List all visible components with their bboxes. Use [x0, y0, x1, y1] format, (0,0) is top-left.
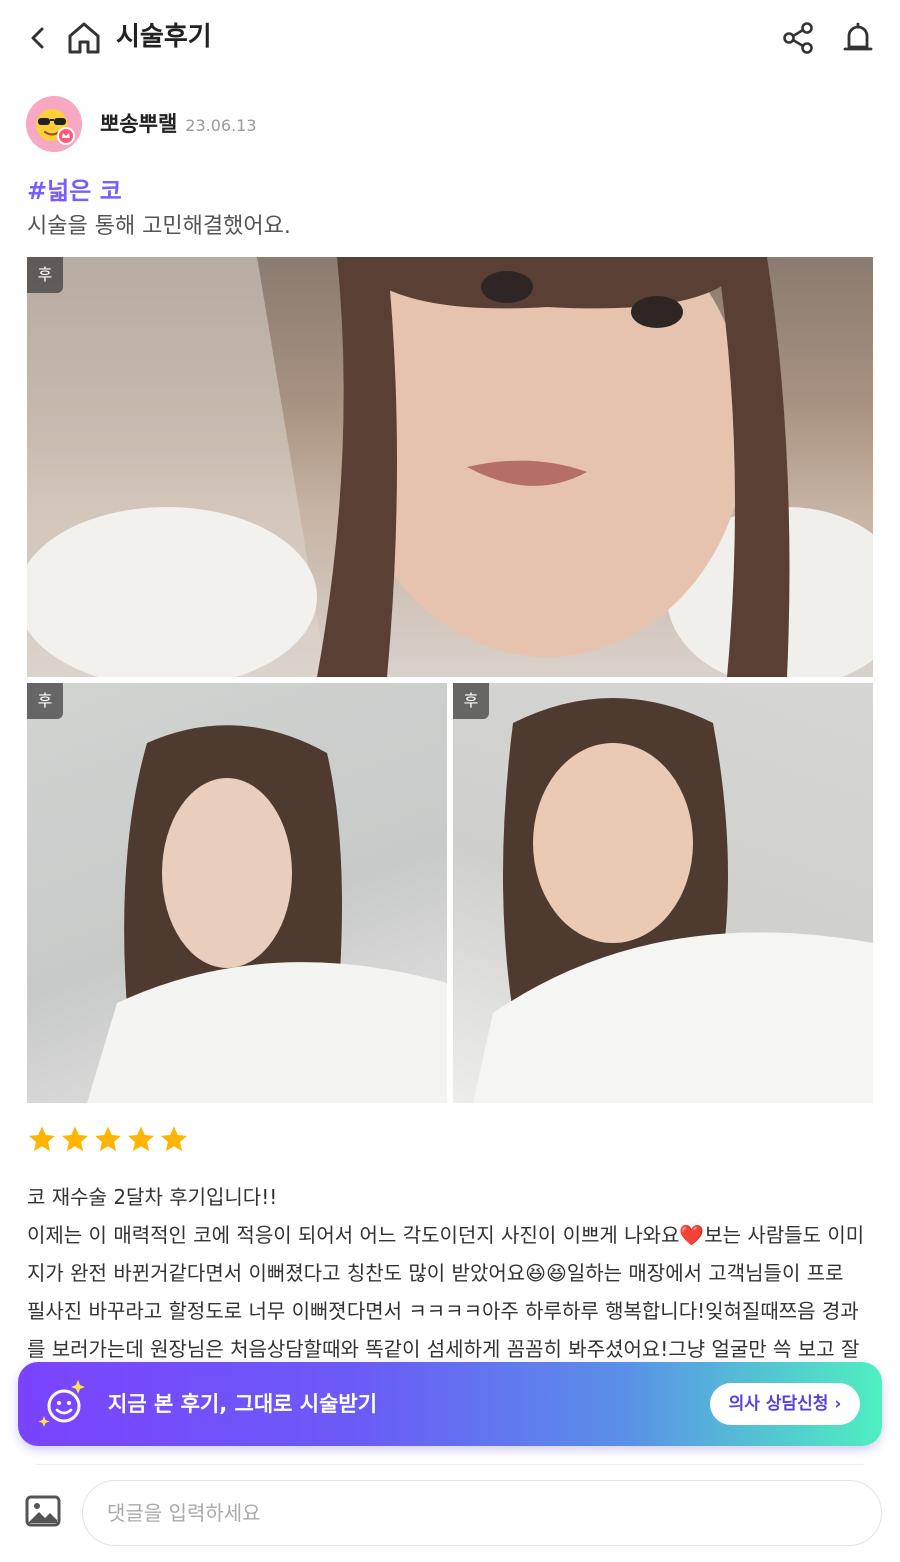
review-body-line: 지가 완전 바뀐거같다면서 이뻐졌다고 칭찬도 많이 받았어요😆😆일하는 매장에… [27, 1261, 844, 1285]
after-badge: 후 [27, 683, 63, 719]
comment-input[interactable] [82, 1480, 882, 1546]
review-photo[interactable]: 후 [453, 683, 873, 1103]
post-summary: 시술을 통해 고민해결했어요. [27, 214, 291, 239]
review-body-line: 필사진 바꾸라고 할정도로 너무 이뻐졋다면서 ㅋㅋㅋㅋ아주 하루하루 행복합니… [27, 1299, 859, 1323]
photo-placeholder-profile [87, 725, 447, 1103]
review-body-line: 이제는 이 매력적인 코에 적응이 되어서 어느 각도이던지 사진이 이쁘게 나… [27, 1223, 865, 1247]
back-button[interactable] [22, 22, 54, 54]
home-button[interactable] [64, 18, 104, 58]
consult-request-button[interactable]: 의사 상담신청 › [710, 1383, 860, 1425]
share-button[interactable] [780, 20, 816, 56]
home-icon [68, 22, 100, 54]
share-icon [783, 22, 813, 54]
chevron-left-icon [31, 27, 44, 49]
review-body: 코 재수술 2달차 후기입니다!! 이제는 이 매력적인 코에 적응이 되어서 … [27, 1178, 877, 1364]
image-icon [25, 1495, 61, 1527]
notification-button[interactable] [840, 20, 876, 56]
star-rating [27, 1124, 189, 1154]
review-detail-page: 시술후기 뽀송뿌랠 23.06.13 #넓은 코 시술을 통해 고민해결했어요.… [0, 0, 900, 1562]
after-badge: 후 [27, 257, 63, 293]
star-icon [62, 1126, 88, 1152]
attach-image-button[interactable] [24, 1492, 62, 1530]
divider [36, 1464, 864, 1465]
photo-placeholder-face [27, 257, 873, 677]
photo-placeholder-pose [473, 698, 873, 1103]
review-body-line: 를 보러가는데 원장님은 처음상담할때와 똑같이 섬세하게 꼼꼼히 봐주셨어요!… [27, 1337, 860, 1361]
cta-banner[interactable]: 지금 본 후기, 그대로 시술받기 의사 상담신청 › [18, 1362, 882, 1446]
star-icon [128, 1126, 154, 1152]
review-photo[interactable]: 후 [27, 683, 447, 1103]
cta-text: 지금 본 후기, 그대로 시술받기 [108, 1392, 378, 1416]
star-icon [29, 1126, 55, 1152]
star-icon [161, 1126, 187, 1152]
procedure-tag[interactable]: #넓은 코 [27, 174, 122, 208]
author-name[interactable]: 뽀송뿌랠 [100, 108, 177, 138]
author-info: 뽀송뿌랠 23.06.13 [100, 108, 257, 140]
avatar[interactable] [26, 96, 82, 152]
post-date: 23.06.13 [185, 116, 257, 135]
review-photo[interactable]: 후 [27, 257, 873, 677]
review-body-line: 코 재수술 2달차 후기입니다!! [27, 1185, 278, 1209]
after-badge: 후 [453, 683, 489, 719]
bell-icon [843, 22, 873, 51]
smile-sparkle-icon [38, 1380, 85, 1427]
top-app-bar: 시술후기 [0, 0, 900, 76]
sunglasses-emoji-avatar-icon [26, 96, 82, 152]
page-title: 시술후기 [116, 22, 212, 52]
star-icon [95, 1126, 121, 1152]
